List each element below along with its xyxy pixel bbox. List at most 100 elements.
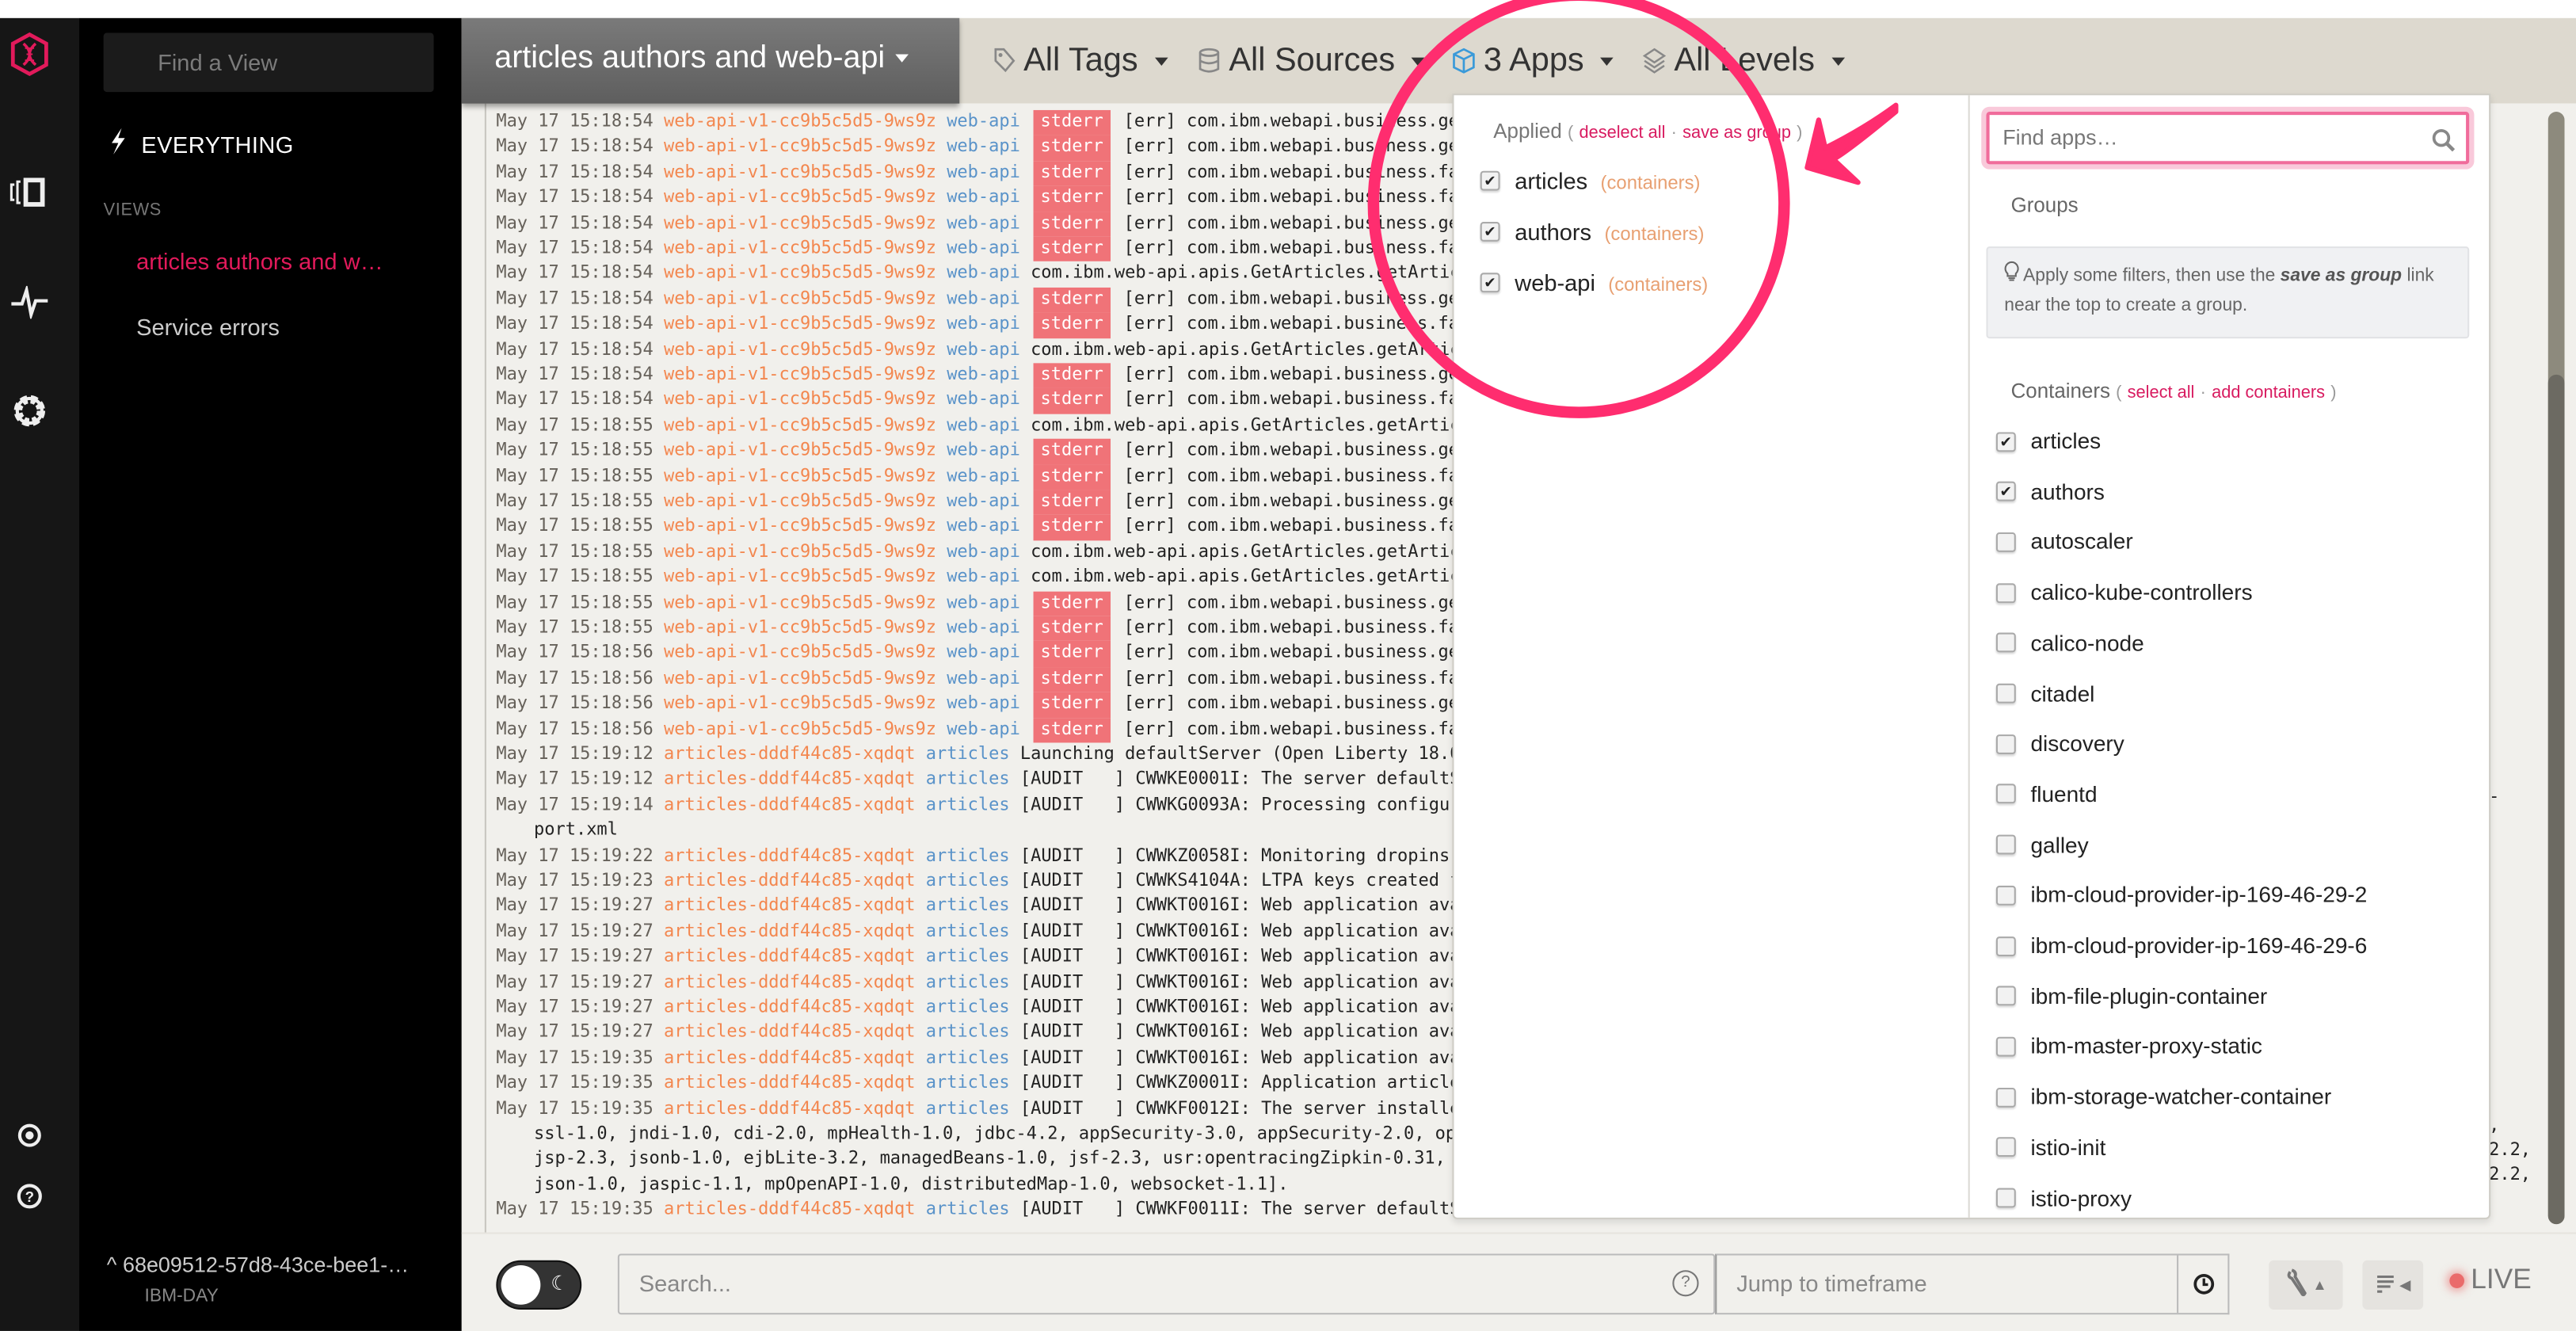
log-pod-link[interactable]: web-api-v1-cc9b5c5d5-9ws9z [664, 112, 936, 132]
log-app-link[interactable]: web-api [947, 719, 1020, 739]
log-pod-link[interactable]: articles-dddf44c85-xqdqt [664, 921, 915, 941]
sidebar-view-service-errors[interactable]: Service errors [136, 314, 280, 340]
help-icon[interactable]: ? [10, 1177, 49, 1216]
checkbox[interactable]: ✔ [1480, 221, 1500, 242]
live-indicator[interactable]: LIVE [2449, 1264, 2532, 1296]
container-item[interactable]: ✔ authors [1995, 479, 2105, 504]
container-item[interactable]: ibm-cloud-provider-ip-169-46-29-2 [1995, 883, 2367, 907]
log-app-link[interactable]: web-api [947, 415, 1020, 435]
log-app-link[interactable]: web-api [947, 440, 1020, 460]
checkbox[interactable] [1995, 734, 2016, 754]
log-app-link[interactable]: articles [926, 1074, 1010, 1093]
applied-app-item[interactable]: ✔ authors (containers) [1480, 219, 1704, 245]
view-selector[interactable]: articles authors and web-api [461, 17, 960, 104]
container-item[interactable]: calico-node [1995, 631, 2144, 655]
checkbox[interactable]: ✔ [1995, 482, 2016, 502]
log-pod-link[interactable]: web-api-v1-cc9b5c5d5-9ws9z [664, 415, 936, 435]
checkbox[interactable] [1995, 683, 2016, 704]
log-pod-link[interactable]: articles-dddf44c85-xqdqt [664, 1048, 915, 1068]
log-pod-link[interactable]: web-api-v1-cc9b5c5d5-9ws9z [664, 567, 936, 587]
container-item[interactable]: ✔ articles [1995, 429, 2101, 453]
log-pod-link[interactable]: web-api-v1-cc9b5c5d5-9ws9z [664, 719, 936, 739]
container-item[interactable]: ibm-file-plugin-container [1995, 984, 2267, 1009]
log-pod-link[interactable]: web-api-v1-cc9b5c5d5-9ws9z [664, 188, 936, 208]
filter-tags[interactable]: All Tags [991, 18, 1168, 104]
applied-app-item[interactable]: ✔ articles (containers) [1480, 168, 1700, 194]
filter-sources[interactable]: All Sources [1196, 18, 1425, 104]
container-item[interactable]: istio-proxy [1995, 1185, 2132, 1211]
log-pod-link[interactable]: articles-dddf44c85-xqdqt [664, 871, 915, 891]
account-selector[interactable]: ^ 68e09512-57d8-43ce-bee1-… [107, 1252, 409, 1276]
log-pod-link[interactable]: web-api-v1-cc9b5c5d5-9ws9z [664, 440, 936, 460]
checkbox[interactable] [1995, 1137, 2016, 1157]
log-pod-link[interactable]: web-api-v1-cc9b5c5d5-9ws9z [664, 491, 936, 511]
filter-apps[interactable]: 3 Apps [1450, 18, 1614, 104]
log-app-link[interactable]: articles [926, 1199, 1010, 1219]
container-item[interactable]: ibm-storage-watcher-container [1995, 1085, 2331, 1109]
log-app-link[interactable]: web-api [947, 618, 1020, 638]
log-pod-link[interactable]: web-api-v1-cc9b5c5d5-9ws9z [664, 517, 936, 536]
find-apps-input[interactable]: Find apps… [1986, 112, 2470, 165]
save-as-group-link[interactable]: save as group [1682, 124, 1791, 143]
log-app-link[interactable]: articles [926, 871, 1010, 891]
log-pod-link[interactable]: articles-dddf44c85-xqdqt [664, 1023, 915, 1043]
container-item[interactable]: autoscaler [1995, 530, 2133, 555]
log-app-link[interactable]: articles [926, 896, 1010, 916]
log-app-link[interactable]: articles [926, 845, 1010, 865]
container-item[interactable]: discovery [1995, 731, 2124, 756]
checkbox[interactable]: ✔ [1480, 273, 1500, 293]
deselect-all-link[interactable]: deselect all [1579, 124, 1665, 143]
log-pod-link[interactable]: web-api-v1-cc9b5c5d5-9ws9z [664, 213, 936, 233]
container-item[interactable]: istio-init [1995, 1135, 2105, 1160]
view-options-button[interactable]: ◀ [2362, 1260, 2424, 1310]
log-app-link[interactable]: web-api [947, 694, 1020, 714]
log-pod-link[interactable]: web-api-v1-cc9b5c5d5-9ws9z [664, 238, 936, 258]
checkbox[interactable] [1995, 1087, 2016, 1108]
checkbox[interactable] [1995, 1036, 2016, 1057]
log-pod-link[interactable]: web-api-v1-cc9b5c5d5-9ws9z [664, 643, 936, 663]
log-app-link[interactable]: articles [926, 1023, 1010, 1043]
log-app-link[interactable]: web-api [947, 213, 1020, 233]
log-pod-link[interactable]: web-api-v1-cc9b5c5d5-9ws9z [664, 364, 936, 384]
log-pod-link[interactable]: web-api-v1-cc9b5c5d5-9ws9z [664, 618, 936, 638]
checkbox[interactable] [1995, 885, 2016, 906]
container-item[interactable]: ibm-master-proxy-static [1995, 1034, 2262, 1058]
find-view-input[interactable]: Find a View [103, 32, 434, 93]
log-pod-link[interactable]: web-api-v1-cc9b5c5d5-9ws9z [664, 315, 936, 334]
log-app-link[interactable]: web-api [947, 162, 1020, 182]
log-app-link[interactable]: articles [926, 769, 1010, 789]
log-app-link[interactable]: web-api [947, 466, 1020, 486]
log-app-link[interactable]: web-api [947, 364, 1020, 384]
filter-levels[interactable]: All Levels [1641, 18, 1845, 104]
everything-link[interactable]: EVERYTHING [109, 128, 294, 159]
log-app-link[interactable]: articles [926, 745, 1010, 765]
container-item[interactable]: ibm-cloud-provider-ip-169-46-29-6 [1995, 933, 2367, 958]
log-pod-link[interactable]: web-api-v1-cc9b5c5d5-9ws9z [664, 669, 936, 688]
log-pod-link[interactable]: web-api-v1-cc9b5c5d5-9ws9z [664, 162, 936, 182]
log-pod-link[interactable]: web-api-v1-cc9b5c5d5-9ws9z [664, 137, 936, 157]
log-app-link[interactable]: web-api [947, 289, 1020, 309]
container-item[interactable]: galley [1995, 833, 2089, 857]
activity-icon[interactable] [10, 283, 49, 322]
log-pod-link[interactable]: web-api-v1-cc9b5c5d5-9ws9z [664, 390, 936, 410]
tools-menu-button[interactable]: ▲ [2269, 1260, 2343, 1310]
log-pod-link[interactable]: articles-dddf44c85-xqdqt [664, 845, 915, 865]
log-app-link[interactable]: web-api [947, 491, 1020, 511]
log-pod-link[interactable]: web-api-v1-cc9b5c5d5-9ws9z [664, 466, 936, 486]
log-pod-link[interactable]: articles-dddf44c85-xqdqt [664, 896, 915, 916]
log-app-link[interactable]: web-api [947, 339, 1020, 359]
clock-icon[interactable] [2177, 1255, 2227, 1314]
log-scrollbar-thumb[interactable] [2547, 374, 2565, 1225]
log-pod-link[interactable]: articles-dddf44c85-xqdqt [664, 795, 915, 814]
log-app-link[interactable]: web-api [947, 669, 1020, 688]
log-pod-link[interactable]: articles-dddf44c85-xqdqt [664, 1199, 915, 1219]
checkbox[interactable]: ✔ [1480, 170, 1500, 191]
checkbox[interactable] [1995, 532, 2016, 552]
add-containers-link[interactable]: add containers [2212, 383, 2325, 402]
log-app-link[interactable]: articles [926, 1048, 1010, 1068]
checkbox[interactable] [1995, 834, 2016, 855]
checkbox[interactable] [1995, 1188, 2016, 1208]
checkbox[interactable]: ✔ [1995, 431, 2016, 452]
settings-icon[interactable] [10, 391, 49, 431]
log-pod-link[interactable]: web-api-v1-cc9b5c5d5-9ws9z [664, 694, 936, 714]
